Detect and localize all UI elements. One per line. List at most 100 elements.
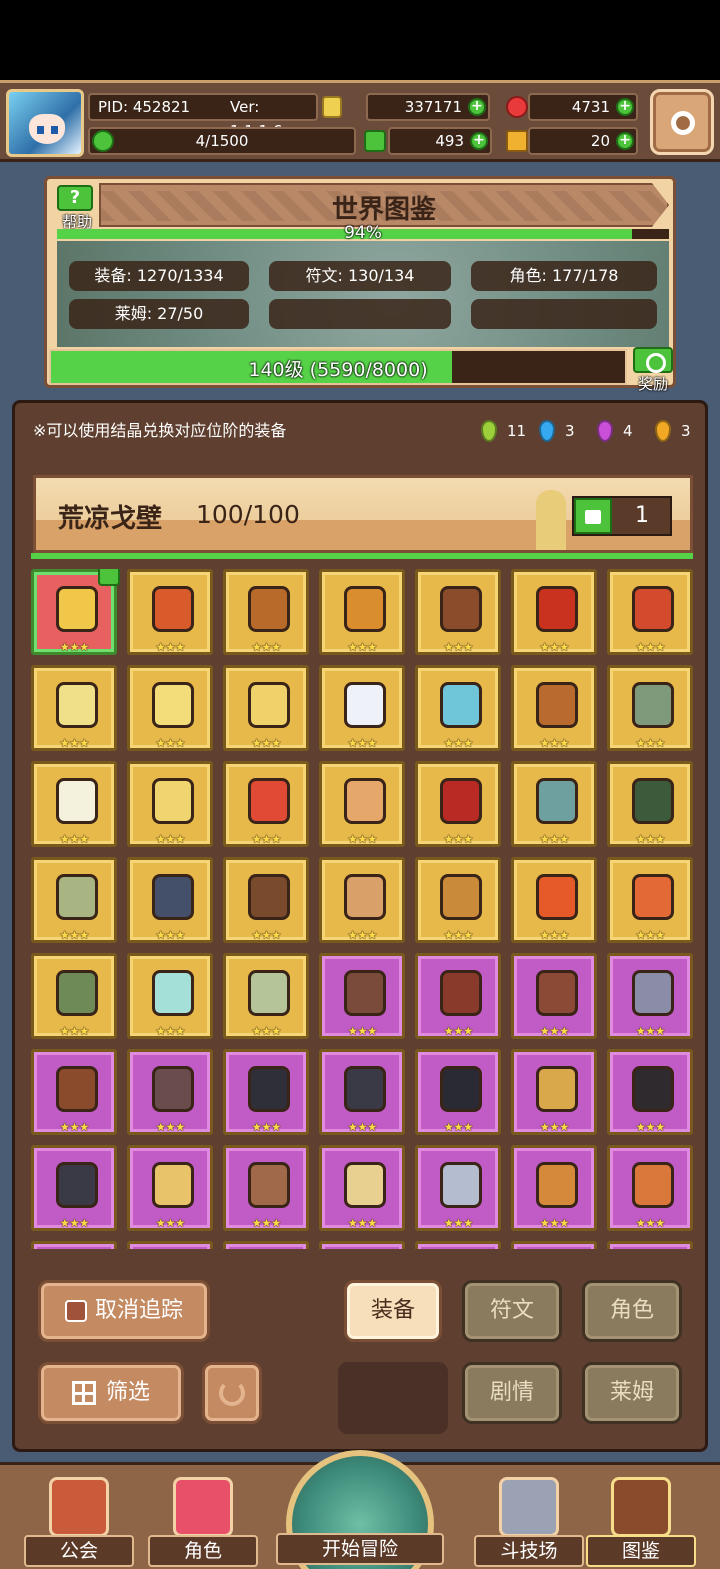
equipment-tile[interactable]: ★★★ xyxy=(127,857,213,943)
empty-slot xyxy=(338,1362,448,1434)
equipment-tile[interactable]: ★★★ xyxy=(511,953,597,1039)
equipment-item-icon xyxy=(56,1162,98,1208)
equipment-tile[interactable]: ★★★ xyxy=(607,953,693,1039)
equipment-tile[interactable]: ★★★ xyxy=(31,569,120,655)
equipment-tile[interactable]: ★★★ xyxy=(127,953,213,1039)
equipment-tile[interactable]: ★★★ xyxy=(511,857,597,943)
equipment-tile[interactable]: ★★★ xyxy=(127,761,213,847)
equipment-tile[interactable]: ★★★ xyxy=(415,857,501,943)
star-rating: ★★★ xyxy=(155,1120,185,1134)
equipment-tile[interactable]: ★★★ xyxy=(31,665,117,751)
region-banner: 荒凉戈壁 100/100 1 xyxy=(33,475,693,553)
equipment-tile[interactable]: ★★★ xyxy=(319,1049,405,1135)
equipment-tile[interactable]: ★★★ xyxy=(319,953,405,1039)
equipment-tile[interactable] xyxy=(223,1241,309,1249)
equipment-tile[interactable]: ★★★ xyxy=(223,857,309,943)
equipment-tile[interactable]: ★★★ xyxy=(511,569,597,655)
equipment-tile[interactable] xyxy=(511,1241,597,1249)
equipment-tile[interactable]: ★★★ xyxy=(319,1145,405,1231)
tab-rune[interactable]: 符文 xyxy=(462,1280,562,1342)
star-rating: ★★★ xyxy=(347,832,377,846)
nav-guild[interactable]: 公会 xyxy=(24,1471,134,1569)
settings-button[interactable] xyxy=(650,89,714,155)
equipment-tile[interactable]: ★★★ xyxy=(415,1049,501,1135)
equipment-tile[interactable]: ★★★ xyxy=(319,569,405,655)
equipment-item-icon xyxy=(56,682,98,728)
equipment-tile[interactable]: ★★★ xyxy=(31,1049,117,1135)
region-name: 荒凉戈壁 xyxy=(58,504,163,534)
equipment-tile[interactable]: ★★★ xyxy=(31,761,117,847)
equipment-tile[interactable]: ★★★ xyxy=(415,761,501,847)
equipment-tile[interactable]: ★★★ xyxy=(223,569,309,655)
tab-slime[interactable]: 莱姆 xyxy=(582,1362,682,1424)
equipment-tile[interactable]: ★★★ xyxy=(223,761,309,847)
clover-icon xyxy=(364,130,386,152)
equipment-tile[interactable]: ★★★ xyxy=(319,761,405,847)
equipment-tile[interactable]: ★★★ xyxy=(415,953,501,1039)
equipment-tile[interactable]: ★★★ xyxy=(607,1145,693,1231)
equipment-tile[interactable]: ★★★ xyxy=(31,953,117,1039)
equipment-tile[interactable]: ★★★ xyxy=(415,569,501,655)
equipment-item-icon xyxy=(344,778,386,824)
filter-button[interactable]: 筛选 xyxy=(38,1362,184,1424)
untrack-button[interactable]: 取消追踪 xyxy=(38,1280,210,1342)
nav-codex[interactable]: 图鉴 xyxy=(586,1471,696,1569)
equipment-tile[interactable] xyxy=(415,1241,501,1249)
tab-equipment[interactable]: 装备 xyxy=(344,1280,442,1342)
equipment-tile[interactable]: ★★★ xyxy=(223,665,309,751)
star-rating: ★★★ xyxy=(251,1024,281,1038)
equipment-item-icon xyxy=(536,1162,578,1208)
add-clover-plus-icon[interactable]: + xyxy=(470,132,488,150)
equipment-tile[interactable]: ★★★ xyxy=(127,1049,213,1135)
equipment-tile[interactable]: ★★★ xyxy=(607,857,693,943)
equipment-tile[interactable]: ★★★ xyxy=(607,1049,693,1135)
equipment-tile[interactable]: ★★★ xyxy=(415,1145,501,1231)
star-rating: ★★★ xyxy=(443,1216,473,1230)
equipment-tile[interactable]: ★★★ xyxy=(607,761,693,847)
equipment-tile[interactable]: ★★★ xyxy=(607,569,693,655)
equipment-tile[interactable] xyxy=(607,1241,693,1249)
stat-empty xyxy=(471,299,657,329)
equipment-tile[interactable]: ★★★ xyxy=(31,1145,117,1231)
equipment-tile[interactable]: ★★★ xyxy=(223,1145,309,1231)
equipment-tile[interactable] xyxy=(127,1241,213,1249)
tab-story[interactable]: 剧情 xyxy=(462,1362,562,1424)
clover-value: 493 xyxy=(435,132,464,150)
equipment-tile[interactable]: ★★★ xyxy=(319,665,405,751)
player-avatar[interactable] xyxy=(6,89,84,157)
equipment-tile[interactable]: ★★★ xyxy=(319,857,405,943)
equipment-tile[interactable]: ★★★ xyxy=(223,1049,309,1135)
reward-button[interactable]: 奖励 xyxy=(629,343,677,393)
star-rating: ★★★ xyxy=(539,832,569,846)
add-key-plus-icon[interactable]: + xyxy=(616,132,634,150)
equipment-tile[interactable]: ★★★ xyxy=(511,665,597,751)
equipment-tile[interactable]: ★★★ xyxy=(511,761,597,847)
help-button[interactable]: ? 帮助 xyxy=(53,181,99,231)
equipment-tile[interactable]: ★★★ xyxy=(127,1145,213,1231)
start-adventure-button[interactable]: 开始冒险 xyxy=(276,1446,444,1569)
add-gold-plus-icon[interactable]: + xyxy=(468,98,486,116)
level-label: 140级 (5590/8000) xyxy=(248,359,428,381)
equipment-tile[interactable]: ★★★ xyxy=(511,1145,597,1231)
equipment-item-icon xyxy=(632,778,674,824)
equipment-tile[interactable]: ★★★ xyxy=(127,569,213,655)
equipment-item-icon xyxy=(248,874,290,920)
clover-pill: 493 + xyxy=(388,127,492,155)
nav-character[interactable]: 角色 xyxy=(148,1471,258,1569)
equipment-tile[interactable]: ★★★ xyxy=(127,665,213,751)
nav-arena[interactable]: 斗技场 xyxy=(474,1471,584,1569)
equipment-tile[interactable]: ★★★ xyxy=(223,953,309,1039)
equipment-tile[interactable]: ★★★ xyxy=(607,665,693,751)
add-red-gem-plus-icon[interactable]: + xyxy=(616,98,634,116)
guild-building-icon xyxy=(49,1477,109,1537)
equipment-tile[interactable]: ★★★ xyxy=(31,857,117,943)
like-count: 1 xyxy=(635,503,649,528)
equipment-tile[interactable]: ★★★ xyxy=(415,665,501,751)
refresh-button[interactable] xyxy=(202,1362,262,1424)
equipment-tile[interactable] xyxy=(319,1241,405,1249)
stat-rune: 符文: 130/134 xyxy=(269,261,451,291)
equipment-tile[interactable] xyxy=(31,1241,117,1249)
equipment-tile[interactable]: ★★★ xyxy=(511,1049,597,1135)
tab-character[interactable]: 角色 xyxy=(582,1280,682,1342)
thumbs-up-icon[interactable] xyxy=(574,498,612,534)
